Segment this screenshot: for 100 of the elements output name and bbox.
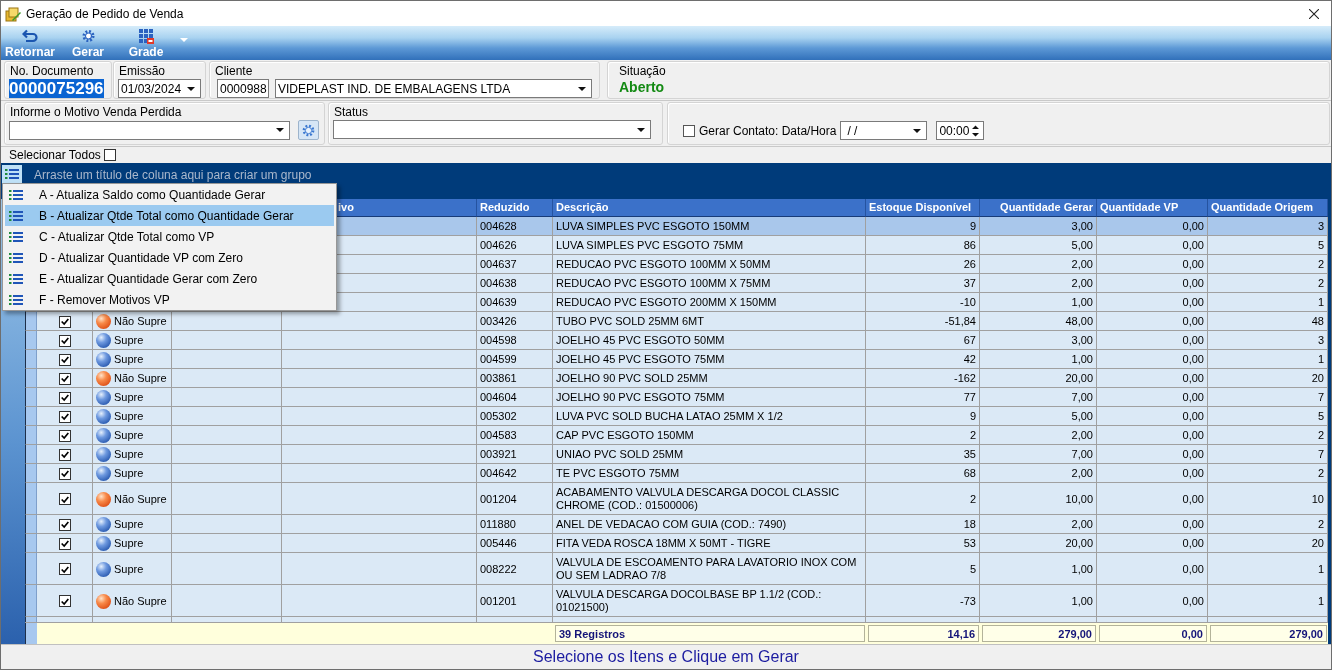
date-dropdown[interactable]: / / bbox=[840, 121, 928, 140]
row-checkbox[interactable] bbox=[58, 563, 71, 575]
status-dot-icon bbox=[96, 333, 111, 348]
spin-arrows-icon[interactable] bbox=[972, 124, 980, 137]
column-header[interactable]: Reduzido bbox=[480, 201, 530, 214]
caret-icon[interactable] bbox=[276, 128, 284, 132]
row-checkbox[interactable] bbox=[58, 429, 71, 442]
date-dropdown[interactable]: 01/03/2024 bbox=[118, 79, 201, 98]
field-label: Emissão bbox=[119, 64, 166, 78]
row-checkbox[interactable] bbox=[58, 315, 71, 328]
field-label: Informe o Motivo Venda Perdida bbox=[10, 105, 183, 119]
status-dot-icon bbox=[96, 371, 111, 386]
status-dot-icon bbox=[96, 314, 111, 329]
summary-cell: 14,16 bbox=[868, 625, 979, 642]
status-text: Não Supre bbox=[114, 315, 167, 328]
return-arrow-icon bbox=[22, 28, 38, 44]
row-selector[interactable] bbox=[25, 553, 37, 585]
checkbox[interactable] bbox=[683, 124, 695, 137]
row-selector[interactable] bbox=[25, 515, 37, 534]
status-dot-icon bbox=[96, 561, 111, 577]
row-selector[interactable] bbox=[25, 407, 37, 426]
row-selector[interactable] bbox=[25, 331, 37, 350]
table-row[interactable]: Supre 005302 LUVA PVC SOLD BUCHA LATAO 25MM X 1/2 9 5,00 0,00 5 bbox=[25, 407, 1328, 426]
table-row[interactable]: Não Supre 003426 TUBO PVC SOLD 25MM 6MT -51,84 48,00 0,00 48 bbox=[25, 312, 1328, 331]
toolbar-button[interactable]: Grade bbox=[124, 28, 168, 60]
summary-cell: 0,00 bbox=[1099, 625, 1207, 642]
row-checkbox[interactable] bbox=[58, 493, 71, 505]
table-row[interactable]: Supre 003921 UNIAO PVC SOLD 25MM 35 7,00 0,00 7 bbox=[25, 445, 1328, 464]
table-row[interactable]: Supre 004642 TE PVC ESGOTO 75MM 68 2,00 0,00 2 bbox=[25, 464, 1328, 483]
status-text: Supre bbox=[114, 353, 144, 366]
checkbox[interactable] bbox=[103, 149, 116, 161]
row-checkbox[interactable] bbox=[58, 448, 71, 461]
status-dot-icon bbox=[96, 593, 111, 609]
time-field[interactable]: 00:00 bbox=[936, 121, 985, 140]
column-header[interactable]: Quantidade Gerar bbox=[1000, 201, 1093, 214]
column-header[interactable]: Descrição bbox=[556, 201, 609, 214]
table-row[interactable]: Supre 004583 CAP PVC ESGOTO 150MM 2 2,00 0,00 2 bbox=[25, 426, 1328, 445]
menu-item[interactable]: A - Atualiza Saldo como Quantidade Gerar bbox=[5, 184, 334, 205]
row-selector[interactable] bbox=[25, 388, 37, 407]
status-dot-icon bbox=[96, 352, 111, 367]
client-dropdown[interactable]: VIDEPLAST IND. DE EMBALAGENS LTDA bbox=[275, 79, 592, 98]
row-checkbox[interactable] bbox=[58, 467, 71, 480]
toolbar-button[interactable]: Gerar bbox=[66, 28, 110, 60]
list-icon bbox=[9, 272, 23, 285]
table-row[interactable]: Supre 011880 ANEL DE VEDACAO COM GUIA (COD.: 7490) 18 2,00 0,00 2 bbox=[25, 515, 1328, 534]
status-text: Supre bbox=[114, 429, 144, 442]
row-checkbox[interactable] bbox=[58, 353, 71, 366]
menu-item[interactable]: B - Atualizar Qtde Total como Quantidade Gerar bbox=[5, 205, 334, 226]
column-header[interactable]: ivo bbox=[338, 201, 354, 214]
row-checkbox[interactable] bbox=[58, 372, 71, 385]
status-dropdown[interactable] bbox=[333, 120, 651, 139]
column-header[interactable]: Estoque Disponível bbox=[869, 201, 972, 214]
caret-icon[interactable] bbox=[578, 86, 586, 91]
table-row[interactable]: Não Supre 003861 JOELHO 90 PVC SOLD 25MM -162 20,00 0,00 20 bbox=[25, 369, 1328, 388]
row-selector[interactable] bbox=[25, 426, 37, 445]
status-text: Supre bbox=[114, 448, 144, 461]
status-dot-icon bbox=[96, 447, 111, 462]
row-checkbox[interactable] bbox=[58, 410, 71, 423]
column-header[interactable]: Quantidade VP bbox=[1100, 201, 1179, 214]
table-row[interactable]: Supre 008222 VALVULA DE ESCOAMENTO PARA LAVATORIO INOX COM OU SEM LADRAO 7/8 5 1,00 0,00 1 bbox=[25, 553, 1328, 585]
row-selector[interactable] bbox=[25, 585, 37, 617]
menu-button[interactable] bbox=[2, 165, 22, 183]
status-dot-icon bbox=[96, 390, 111, 405]
row-selector[interactable] bbox=[25, 350, 37, 369]
row-selector[interactable] bbox=[25, 483, 37, 515]
row-checkbox[interactable] bbox=[58, 595, 71, 607]
settings-button[interactable] bbox=[298, 120, 319, 140]
table-row[interactable]: Não Supre 001204 ACABAMENTO VALVULA DESCARGA DOCOL CLASSIC CHROME (COD.: 01500006) 2 10,00 0,00 10 bbox=[25, 483, 1328, 515]
status-text: Não Supre bbox=[114, 372, 167, 385]
status-dot-icon bbox=[96, 428, 111, 443]
table-row[interactable]: Supre 005446 FITA VEDA ROSCA 18MM X 50MT - TIGRE 53 20,00 0,00 20 bbox=[25, 534, 1328, 553]
list-icon bbox=[9, 251, 23, 264]
column-header[interactable]: Quantidade Origem bbox=[1211, 201, 1314, 214]
table-row[interactable]: Não Supre 001201 VALVULA DESCARGA DOCOLBASE BP 1.1/2 (COD.: 01021500) -73 1,00 0,00 1 bbox=[25, 585, 1328, 617]
close-icon bbox=[1309, 8, 1319, 19]
row-checkbox[interactable] bbox=[58, 537, 71, 550]
caret-icon[interactable] bbox=[187, 86, 195, 91]
status-dot-icon bbox=[96, 409, 111, 424]
client-code-field[interactable]: 0000988 bbox=[217, 79, 269, 98]
caret-icon[interactable] bbox=[637, 127, 645, 132]
status-text: Supre bbox=[114, 537, 144, 550]
table-row[interactable]: Supre 004599 JOELHO 45 PVC ESGOTO 75MM 42 1,00 0,00 1 bbox=[25, 350, 1328, 369]
row-selector[interactable] bbox=[25, 312, 37, 331]
row-selector[interactable] bbox=[25, 464, 37, 483]
row-checkbox[interactable] bbox=[58, 518, 71, 531]
caret-icon[interactable] bbox=[913, 128, 922, 133]
table-row[interactable]: Supre 004604 JOELHO 90 PVC ESGOTO 75MM 77 7,00 0,00 7 bbox=[25, 388, 1328, 407]
status-text: Não Supre bbox=[114, 492, 167, 506]
row-checkbox[interactable] bbox=[58, 391, 71, 404]
reason-dropdown[interactable] bbox=[9, 120, 290, 140]
status-text: Supre bbox=[114, 410, 144, 423]
row-checkbox[interactable] bbox=[58, 334, 71, 347]
row-selector[interactable] bbox=[25, 369, 37, 388]
row-selector[interactable] bbox=[25, 534, 37, 553]
documents-icon bbox=[5, 5, 21, 22]
row-selector[interactable] bbox=[25, 445, 37, 464]
list-icon bbox=[9, 230, 23, 243]
table-row[interactable]: Supre 004598 JOELHO 45 PVC ESGOTO 50MM 67 3,00 0,00 3 bbox=[25, 331, 1328, 350]
summary-cell: 279,00 bbox=[1210, 625, 1327, 642]
gear-icon bbox=[81, 28, 95, 44]
